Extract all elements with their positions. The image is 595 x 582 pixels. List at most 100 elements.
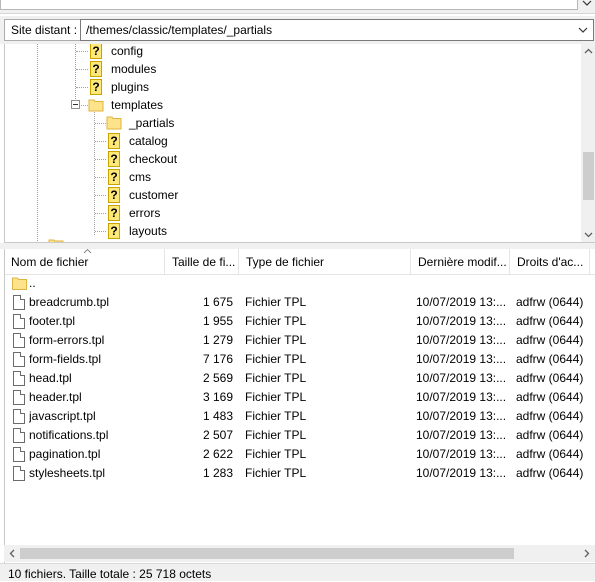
tree-guide-line [76,51,88,52]
file-row[interactable]: head.tpl 2 569 Fichier TPL 10/07/2019 13:..… [5,369,595,388]
remote-path-value[interactable]: /themes/classic/templates/_partials [86,20,272,40]
file-type-cell: Fichier TPL [245,447,307,461]
tree-item-label: checkout [129,152,178,166]
file-name-cell: header.tpl [29,390,82,404]
file-modified-cell: 10/07/2019 13:... [416,428,507,442]
remote-path-combobox[interactable]: /themes/classic/templates/_partials [80,19,594,41]
file-row[interactable]: breadcrumb.tpl 1 675 Fichier TPL 10/07/2019… [5,293,595,312]
file-perms-cell: adfrw (0644) [516,371,584,385]
column-header-type[interactable]: Type de fichier [240,249,411,275]
column-header-size[interactable]: Taille de fi... [166,249,239,275]
file-row[interactable]: form-fields.tpl 7 176 Fichier TPL 10/07/201… [5,350,595,369]
tree-item-label: layouts [129,224,168,238]
remote-file-list[interactable]: Nom de fichier Taille de fi... Type de f… [4,249,595,563]
file-perms-cell: adfrw (0644) [516,390,584,404]
folder-icon [12,277,27,290]
file-icon [13,409,25,424]
unknown-folder-icon: ? [106,223,122,239]
column-header-modified[interactable]: Dernière modif... [412,249,510,275]
file-type-cell: Fichier TPL [245,409,307,423]
file-row[interactable]: footer.tpl 1 955 Fichier TPL 10/07/2019 13:… [5,312,595,331]
file-icon [13,390,25,405]
file-modified-cell: 10/07/2019 13:... [416,352,507,366]
unknown-folder-icon: ? [88,79,104,95]
tree-guide-line [95,231,106,232]
file-name-cell: breadcrumb.tpl [29,295,110,309]
file-type-cell: Fichier TPL [245,390,307,404]
file-type-cell: Fichier TPL [245,428,307,442]
file-size-cell: 2 569 [202,371,233,385]
file-icon [13,466,25,481]
file-name-cell: pagination.tpl [29,447,101,461]
unknown-folder-icon: ? [106,151,122,167]
file-name-cell: stylesheets.tpl [29,466,106,480]
tree-guide-line [95,159,106,160]
tree-vertical-scrollbar[interactable] [581,44,595,242]
file-list-horizontal-scrollbar[interactable] [4,545,595,562]
tree-guide-line [95,213,106,214]
tree-guide-line [95,123,106,124]
column-header-label: Type de fichier [246,255,325,269]
chevron-down-icon[interactable] [580,0,594,11]
file-icon [13,447,25,462]
status-text: 10 fichiers. Taille totale : 25 718 octe… [8,567,212,581]
file-modified-cell: 10/07/2019 13:... [416,447,507,461]
file-name-cell: javascript.tpl [29,409,96,423]
tree-item-label: modules [111,62,157,76]
unknown-folder-icon: ? [106,133,122,149]
tree-guide-line [76,87,88,88]
scroll-left-arrow-icon[interactable] [8,549,17,558]
file-name-cell: notifications.tpl [29,428,109,442]
tree-guide-line [95,141,106,142]
tree-item-label: plugins [111,80,150,94]
file-row[interactable]: header.tpl 3 169 Fichier TPL 10/07/2019 13:… [5,388,595,407]
file-row[interactable]: stylesheets.tpl 1 283 Fichier TPL 10/07/201… [5,464,595,483]
scroll-right-arrow-icon[interactable] [582,549,591,558]
file-modified-cell: 10/07/2019 13:... [416,314,507,328]
file-icon [13,295,25,310]
parent-directory-row[interactable]: .. [5,274,595,293]
file-perms-cell: adfrw (0644) [516,314,584,328]
tree-guide-line [81,105,88,106]
scroll-down-arrow-icon[interactable] [584,230,593,239]
column-header-label: Taille de fi... [172,255,236,269]
file-row[interactable]: notifications.tpl 2 507 Fichier TPL 10/07/2… [5,426,595,445]
tree-guide-line [94,112,95,235]
file-row[interactable]: form-errors.tpl 1 279 Fichier TPL 10/07/201… [5,331,595,350]
file-type-cell: Fichier TPL [245,371,307,385]
file-row[interactable]: pagination.tpl 2 622 Fichier TPL 10/07/2019… [5,445,595,464]
file-size-cell: 2 507 [202,428,233,442]
scroll-up-arrow-icon[interactable] [584,47,593,56]
remote-directory-tree[interactable]: ? config ? modules ? plugins templates _… [4,44,595,243]
remote-site-label: Site distant : [4,19,85,41]
file-row[interactable]: javascript.tpl 1 483 Fichier TPL 10/07/2019… [5,407,595,426]
horizontal-scrollbar-thumb[interactable] [20,548,514,559]
file-icon [13,314,25,329]
file-name-cell: form-errors.tpl [29,333,105,347]
file-name-cell: head.tpl [29,371,72,385]
file-modified-cell: 10/07/2019 13:... [416,390,507,404]
parent-directory-label: .. [29,276,36,290]
tree-item-label: _partials [127,114,177,132]
file-type-cell: Fichier TPL [245,295,307,309]
tree-scrollbar-thumb[interactable] [583,152,594,200]
unknown-folder-icon: ? [106,187,122,203]
file-icon [13,428,25,443]
collapse-toggle-icon[interactable] [71,100,80,109]
file-size-cell: 1 675 [202,295,233,309]
column-header-permissions[interactable]: Droits d'ac... [511,249,590,275]
file-perms-cell: adfrw (0644) [516,333,584,347]
column-header-label: Nom de fichier [11,255,89,269]
file-name-cell: footer.tpl [29,314,76,328]
tree-item-label: templates [111,98,164,112]
tree-guide-line [95,177,106,178]
file-size-cell: 7 176 [202,352,233,366]
folder-open-icon [88,99,104,112]
unknown-folder-icon: ? [88,61,104,77]
tree-guide-line [76,69,88,70]
file-modified-cell: 10/07/2019 13:... [416,466,507,480]
top-field[interactable] [0,0,578,10]
remote-path-bar: Site distant : /themes/classic/templates… [0,16,595,44]
file-perms-cell: adfrw (0644) [516,409,584,423]
chevron-down-icon[interactable] [577,24,589,36]
